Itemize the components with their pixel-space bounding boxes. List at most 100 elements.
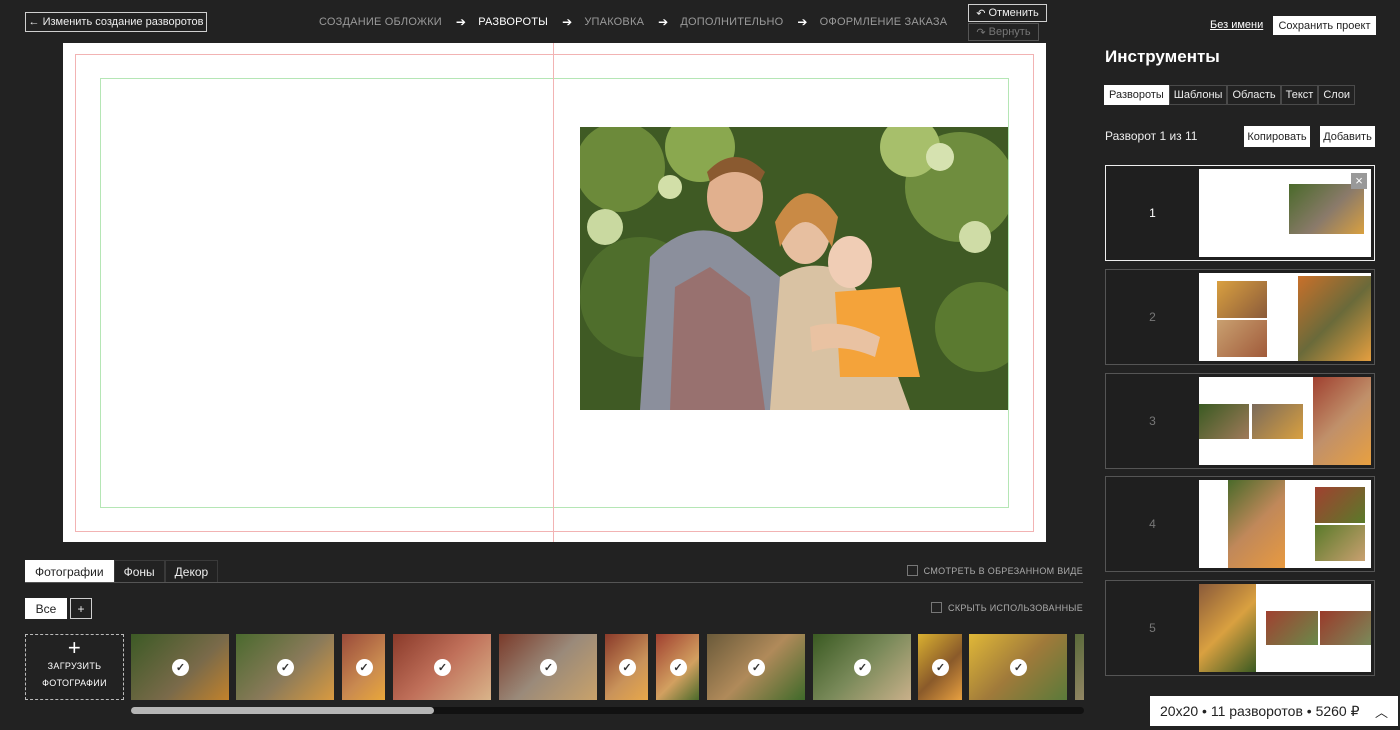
spread-card[interactable]: 4 xyxy=(1105,476,1375,572)
tab-backgrounds[interactable]: Фоны xyxy=(113,560,165,582)
photo-thumb[interactable]: ✓ xyxy=(131,634,229,700)
step-cover[interactable]: СОЗДАНИЕ ОБЛОЖКИ xyxy=(319,16,442,28)
add-spread-button[interactable]: Добавить xyxy=(1320,126,1375,147)
scrollbar-thumb[interactable] xyxy=(131,707,434,714)
close-icon[interactable]: × xyxy=(1351,173,1367,189)
add-label: Добавить xyxy=(1323,130,1372,143)
spread-number: 5 xyxy=(1149,621,1156,635)
photo-thumb[interactable]: ✓ xyxy=(813,634,911,700)
photo-thumb[interactable]: ✓ xyxy=(969,634,1067,700)
spread-card[interactable]: 2 xyxy=(1105,269,1375,365)
tab-layers[interactable]: Слои xyxy=(1318,85,1356,105)
spread-preview xyxy=(1199,480,1371,568)
photo-thumbnails: ✓ ✓ ✓ ✓ ✓ ✓ ✓ ✓ ✓ ✓ ✓ xyxy=(131,634,1084,700)
step-checkout[interactable]: ОФОРМЛЕНИЕ ЗАКАЗА xyxy=(820,16,948,28)
spread-photo[interactable] xyxy=(580,127,1008,410)
spread-number: 2 xyxy=(1149,310,1156,324)
check-icon: ✓ xyxy=(277,659,294,676)
plus-icon: + xyxy=(67,635,82,660)
copy-spread-button[interactable]: Копировать xyxy=(1244,126,1310,147)
step-spreads[interactable]: РАЗВОРОТЫ xyxy=(478,16,548,28)
project-name[interactable]: Без имени xyxy=(1210,19,1263,31)
photo-thumb[interactable]: ✓ xyxy=(918,634,962,700)
tab-photos[interactable]: Фотографии xyxy=(25,560,114,582)
tab-spreads[interactable]: Развороты xyxy=(1104,85,1169,105)
tab-text[interactable]: Текст xyxy=(1280,85,1319,105)
redo-label: Вернуть xyxy=(988,26,1031,38)
spread-canvas[interactable] xyxy=(63,43,1046,542)
tab-decor[interactable]: Декор xyxy=(164,560,219,582)
hide-used-checkbox[interactable] xyxy=(931,602,943,613)
thumbnails-scrollbar[interactable] xyxy=(131,707,1084,714)
preview-photo xyxy=(1217,320,1267,357)
spreads-list: 1 × 2 3 4 5 xyxy=(1105,165,1375,682)
chevron-up-icon[interactable]: ︿ xyxy=(1375,702,1388,721)
preview-photo xyxy=(1313,377,1371,465)
check-icon: ✓ xyxy=(540,659,557,676)
preview-photo xyxy=(1266,611,1318,645)
photo-thumb[interactable]: ✓ xyxy=(499,634,597,700)
check-icon: ✓ xyxy=(172,659,189,676)
save-label: Сохранить проект xyxy=(1278,19,1371,32)
photo-thumb[interactable]: ✓ xyxy=(605,634,648,700)
photo-thumb[interactable]: ✓ xyxy=(342,634,385,700)
spread-number: 4 xyxy=(1149,517,1156,531)
photo-thumb[interactable]: ✓ xyxy=(707,634,805,700)
spread-number: 3 xyxy=(1149,414,1156,428)
spread-number: 1 xyxy=(1149,206,1156,220)
tab-area[interactable]: Область xyxy=(1227,85,1281,105)
arrow-icon: ➔ xyxy=(797,15,808,29)
preview-photo xyxy=(1199,584,1256,672)
undo-label: Отменить xyxy=(988,7,1039,19)
fold-line xyxy=(553,43,554,542)
arrow-icon: ➔ xyxy=(455,15,467,29)
check-icon: ✓ xyxy=(1010,659,1027,676)
upload-photos-button[interactable]: + ЗАГРУЗИТЬ ФОТОГРАФИИ xyxy=(25,634,124,700)
preview-photo xyxy=(1217,281,1267,318)
plus-icon: + xyxy=(77,601,85,616)
hide-used-label: СКРЫТЬ ИСПОЛЬЗОВАННЫЕ xyxy=(948,602,1083,613)
back-button[interactable]: ← Изменить создание разворотов xyxy=(25,12,207,32)
spread-preview xyxy=(1199,584,1371,672)
check-icon: ✓ xyxy=(618,659,636,676)
preview-photo xyxy=(1320,611,1371,645)
photo-thumb[interactable] xyxy=(1075,634,1084,700)
preview-photo xyxy=(1228,480,1285,568)
order-summary: 20x20 • 11 разворотов • 5260 ₽ xyxy=(1160,702,1360,719)
hide-used-toggle[interactable]: СКРЫТЬ ИСПОЛЬЗОВАННЫЕ xyxy=(931,602,1083,613)
order-summary-bar[interactable]: 20x20 • 11 разворотов • 5260 ₽ ︿ xyxy=(1150,696,1398,726)
spread-card[interactable]: 3 xyxy=(1105,373,1375,469)
add-album-button[interactable]: + xyxy=(70,598,92,619)
undo-icon: ↶ xyxy=(976,7,986,20)
filter-all-button[interactable]: Все xyxy=(25,598,67,619)
preview-photo xyxy=(1315,525,1365,561)
spread-card[interactable]: 5 xyxy=(1105,580,1375,676)
tab-templates[interactable]: Шаблоны xyxy=(1168,85,1228,105)
check-icon: ✓ xyxy=(434,659,451,676)
crop-view-checkbox[interactable] xyxy=(906,565,918,576)
photo-thumb[interactable]: ✓ xyxy=(236,634,334,700)
crop-view-toggle[interactable]: СМОТРЕТЬ В ОБРЕЗАННОМ ВИДЕ xyxy=(906,565,1083,576)
check-icon: ✓ xyxy=(932,659,949,676)
redo-button[interactable]: ↷ Вернуть xyxy=(968,23,1039,41)
tools-title: Инструменты xyxy=(1105,47,1220,66)
preview-photo xyxy=(1298,276,1371,361)
step-packaging[interactable]: УПАКОВКА xyxy=(584,16,644,28)
step-additional[interactable]: ДОПОЛНИТЕЛЬНО xyxy=(680,16,783,28)
crop-view-label: СМОТРЕТЬ В ОБРЕЗАННОМ ВИДЕ xyxy=(923,565,1083,576)
check-icon: ✓ xyxy=(669,659,687,676)
spread-preview xyxy=(1199,273,1371,361)
tools-tabs: Развороты Шаблоны Область Текст Слои xyxy=(1104,85,1356,105)
family-photo-image xyxy=(580,127,1008,410)
arrow-icon: ➔ xyxy=(562,15,573,29)
wizard-steps: СОЗДАНИЕ ОБЛОЖКИ ➔ РАЗВОРОТЫ ➔ УПАКОВКА … xyxy=(319,15,947,29)
save-project-button[interactable]: Сохранить проект xyxy=(1273,16,1376,35)
upload-line-1: ЗАГРУЗИТЬ xyxy=(47,661,102,671)
undo-button[interactable]: ↶ Отменить xyxy=(968,4,1047,22)
preview-photo xyxy=(1289,184,1364,234)
spread-card[interactable]: 1 × xyxy=(1105,165,1375,261)
photo-thumb[interactable]: ✓ xyxy=(656,634,699,700)
filter-all-label: Все xyxy=(35,601,57,616)
photo-thumb[interactable]: ✓ xyxy=(393,634,491,700)
redo-icon: ↷ xyxy=(976,26,986,39)
